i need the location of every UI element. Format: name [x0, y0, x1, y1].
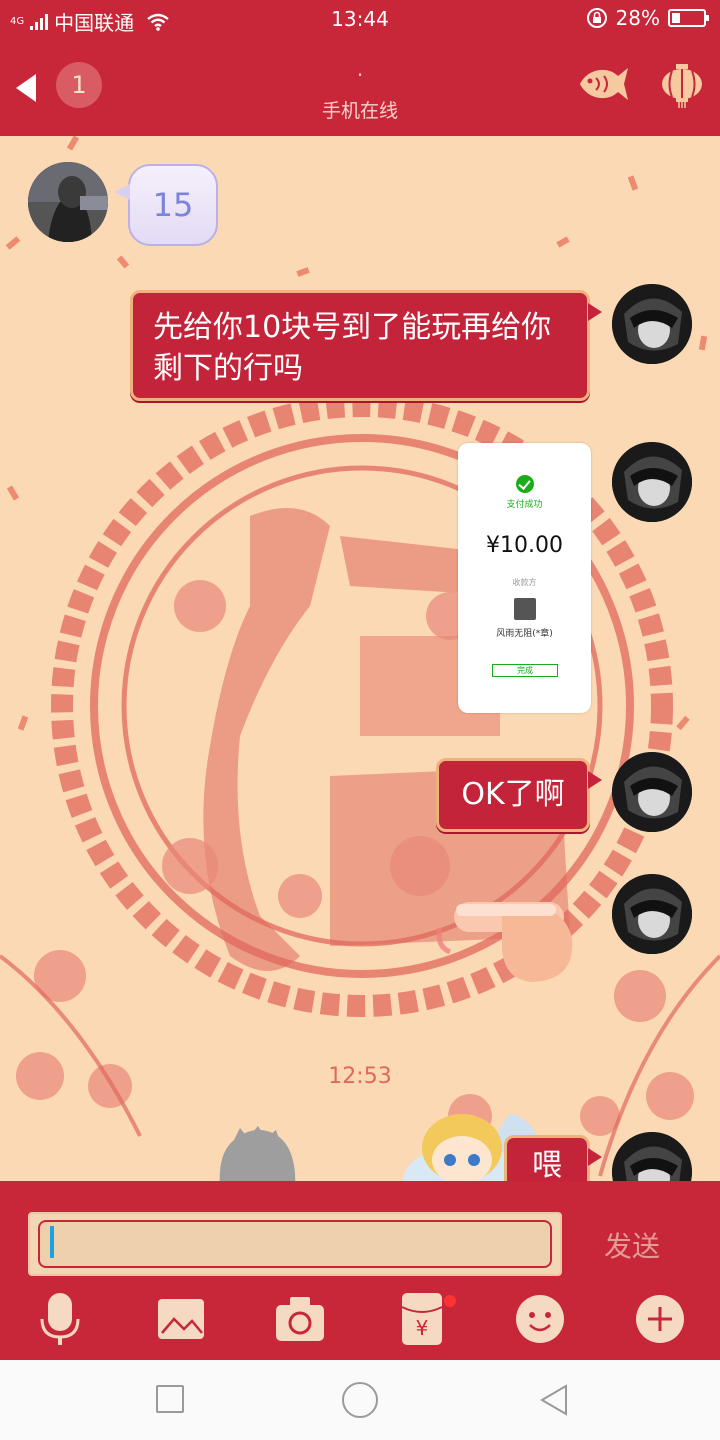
chat-area[interactable]: 15 先给你10块号到了能玩再给你剩下的行吗 支付成功 ¥10.00 收款方 风… [0, 136, 720, 1181]
mic-icon[interactable] [34, 1293, 86, 1345]
recents-button[interactable] [156, 1385, 184, 1413]
home-button[interactable] [342, 1382, 378, 1418]
text-cursor [50, 1226, 54, 1258]
payment-status: 支付成功 [506, 500, 543, 510]
message-bubble-outgoing[interactable]: 喂 [504, 1135, 602, 1181]
pointing-hand-sticker[interactable] [432, 888, 582, 984]
self-avatar-image [612, 442, 692, 522]
send-button[interactable]: 发送 [584, 1225, 680, 1265]
image-icon[interactable] [156, 1293, 208, 1345]
payee-avatar [514, 598, 536, 620]
gray-character-sticker [219, 1126, 296, 1181]
self-avatar-image [612, 752, 692, 832]
contact-avatar[interactable] [28, 162, 108, 242]
chat-header: 1 · 手机在线 [0, 40, 720, 136]
status-bar: 4G 中国联通 13:44 28% [0, 0, 720, 40]
input-panel: 发送 ¥ [0, 1181, 720, 1360]
self-avatar[interactable] [612, 442, 692, 522]
battery-percent: 28% [615, 6, 660, 30]
svg-text:¥: ¥ [416, 1316, 429, 1340]
message-bubble-incoming[interactable]: 15 [114, 164, 218, 246]
message-input-field[interactable] [38, 1220, 552, 1268]
self-avatar-image [612, 874, 692, 954]
message-bubble-outgoing[interactable]: 先给你10块号到了能玩再给你剩下的行吗 [130, 290, 602, 401]
self-avatar-image [612, 284, 692, 364]
red-packet-icon[interactable]: ¥ [396, 1293, 448, 1345]
back-button[interactable] [536, 1382, 572, 1418]
self-avatar[interactable] [612, 752, 692, 832]
notification-dot [444, 1295, 456, 1307]
battery-fill [672, 13, 681, 23]
success-check-icon [516, 475, 534, 493]
system-nav-bar [0, 1360, 720, 1440]
payment-screenshot-image[interactable]: 支付成功 ¥10.00 收款方 风雨无阻(*章) 完成 [458, 443, 591, 713]
contact-avatar-image [28, 162, 108, 242]
status-right: 28% [586, 6, 709, 30]
message-bubble-outgoing[interactable]: OK了啊 [436, 758, 602, 832]
self-avatar[interactable] [612, 874, 692, 954]
payment-amount: ¥10.00 [486, 533, 563, 558]
rotation-lock-icon [586, 8, 607, 28]
self-avatar[interactable] [612, 284, 692, 364]
payee-label: 收款方 [512, 578, 537, 587]
plus-icon[interactable] [634, 1293, 686, 1345]
battery-icon [668, 9, 709, 27]
lantern-icon[interactable] [658, 62, 706, 108]
done-button: 完成 [492, 664, 558, 677]
fish-icon[interactable] [574, 62, 630, 106]
emoji-icon[interactable] [514, 1293, 566, 1345]
message-input[interactable] [28, 1212, 562, 1276]
message-timestamp: 12:53 [328, 1064, 392, 1089]
payee-name: 风雨无阻(*章) [496, 629, 553, 639]
camera-icon[interactable] [274, 1293, 326, 1345]
